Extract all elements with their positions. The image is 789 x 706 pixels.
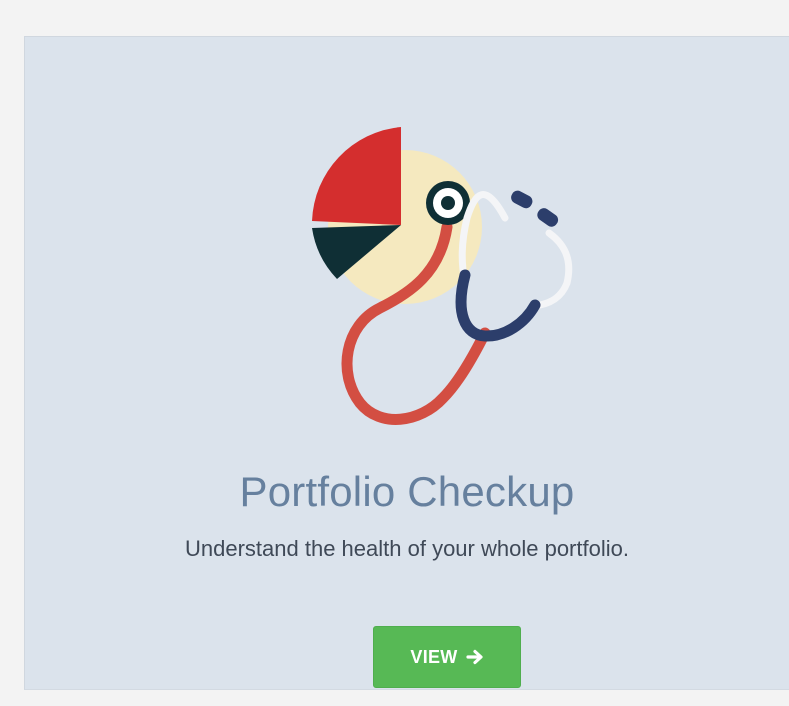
portfolio-checkup-card: Portfolio Checkup Understand the health … xyxy=(24,36,789,690)
card-description: Understand the health of your whole port… xyxy=(185,536,629,561)
card-title: Portfolio Checkup xyxy=(239,468,575,515)
view-button[interactable]: VIEW xyxy=(373,626,521,688)
arrow-right-icon xyxy=(465,648,484,666)
pie-chart-stethoscope-icon xyxy=(312,127,573,425)
portfolio-checkup-illustration xyxy=(305,123,595,433)
view-button-label: VIEW xyxy=(410,646,458,667)
page: Portfolio Checkup Understand the health … xyxy=(0,0,789,706)
